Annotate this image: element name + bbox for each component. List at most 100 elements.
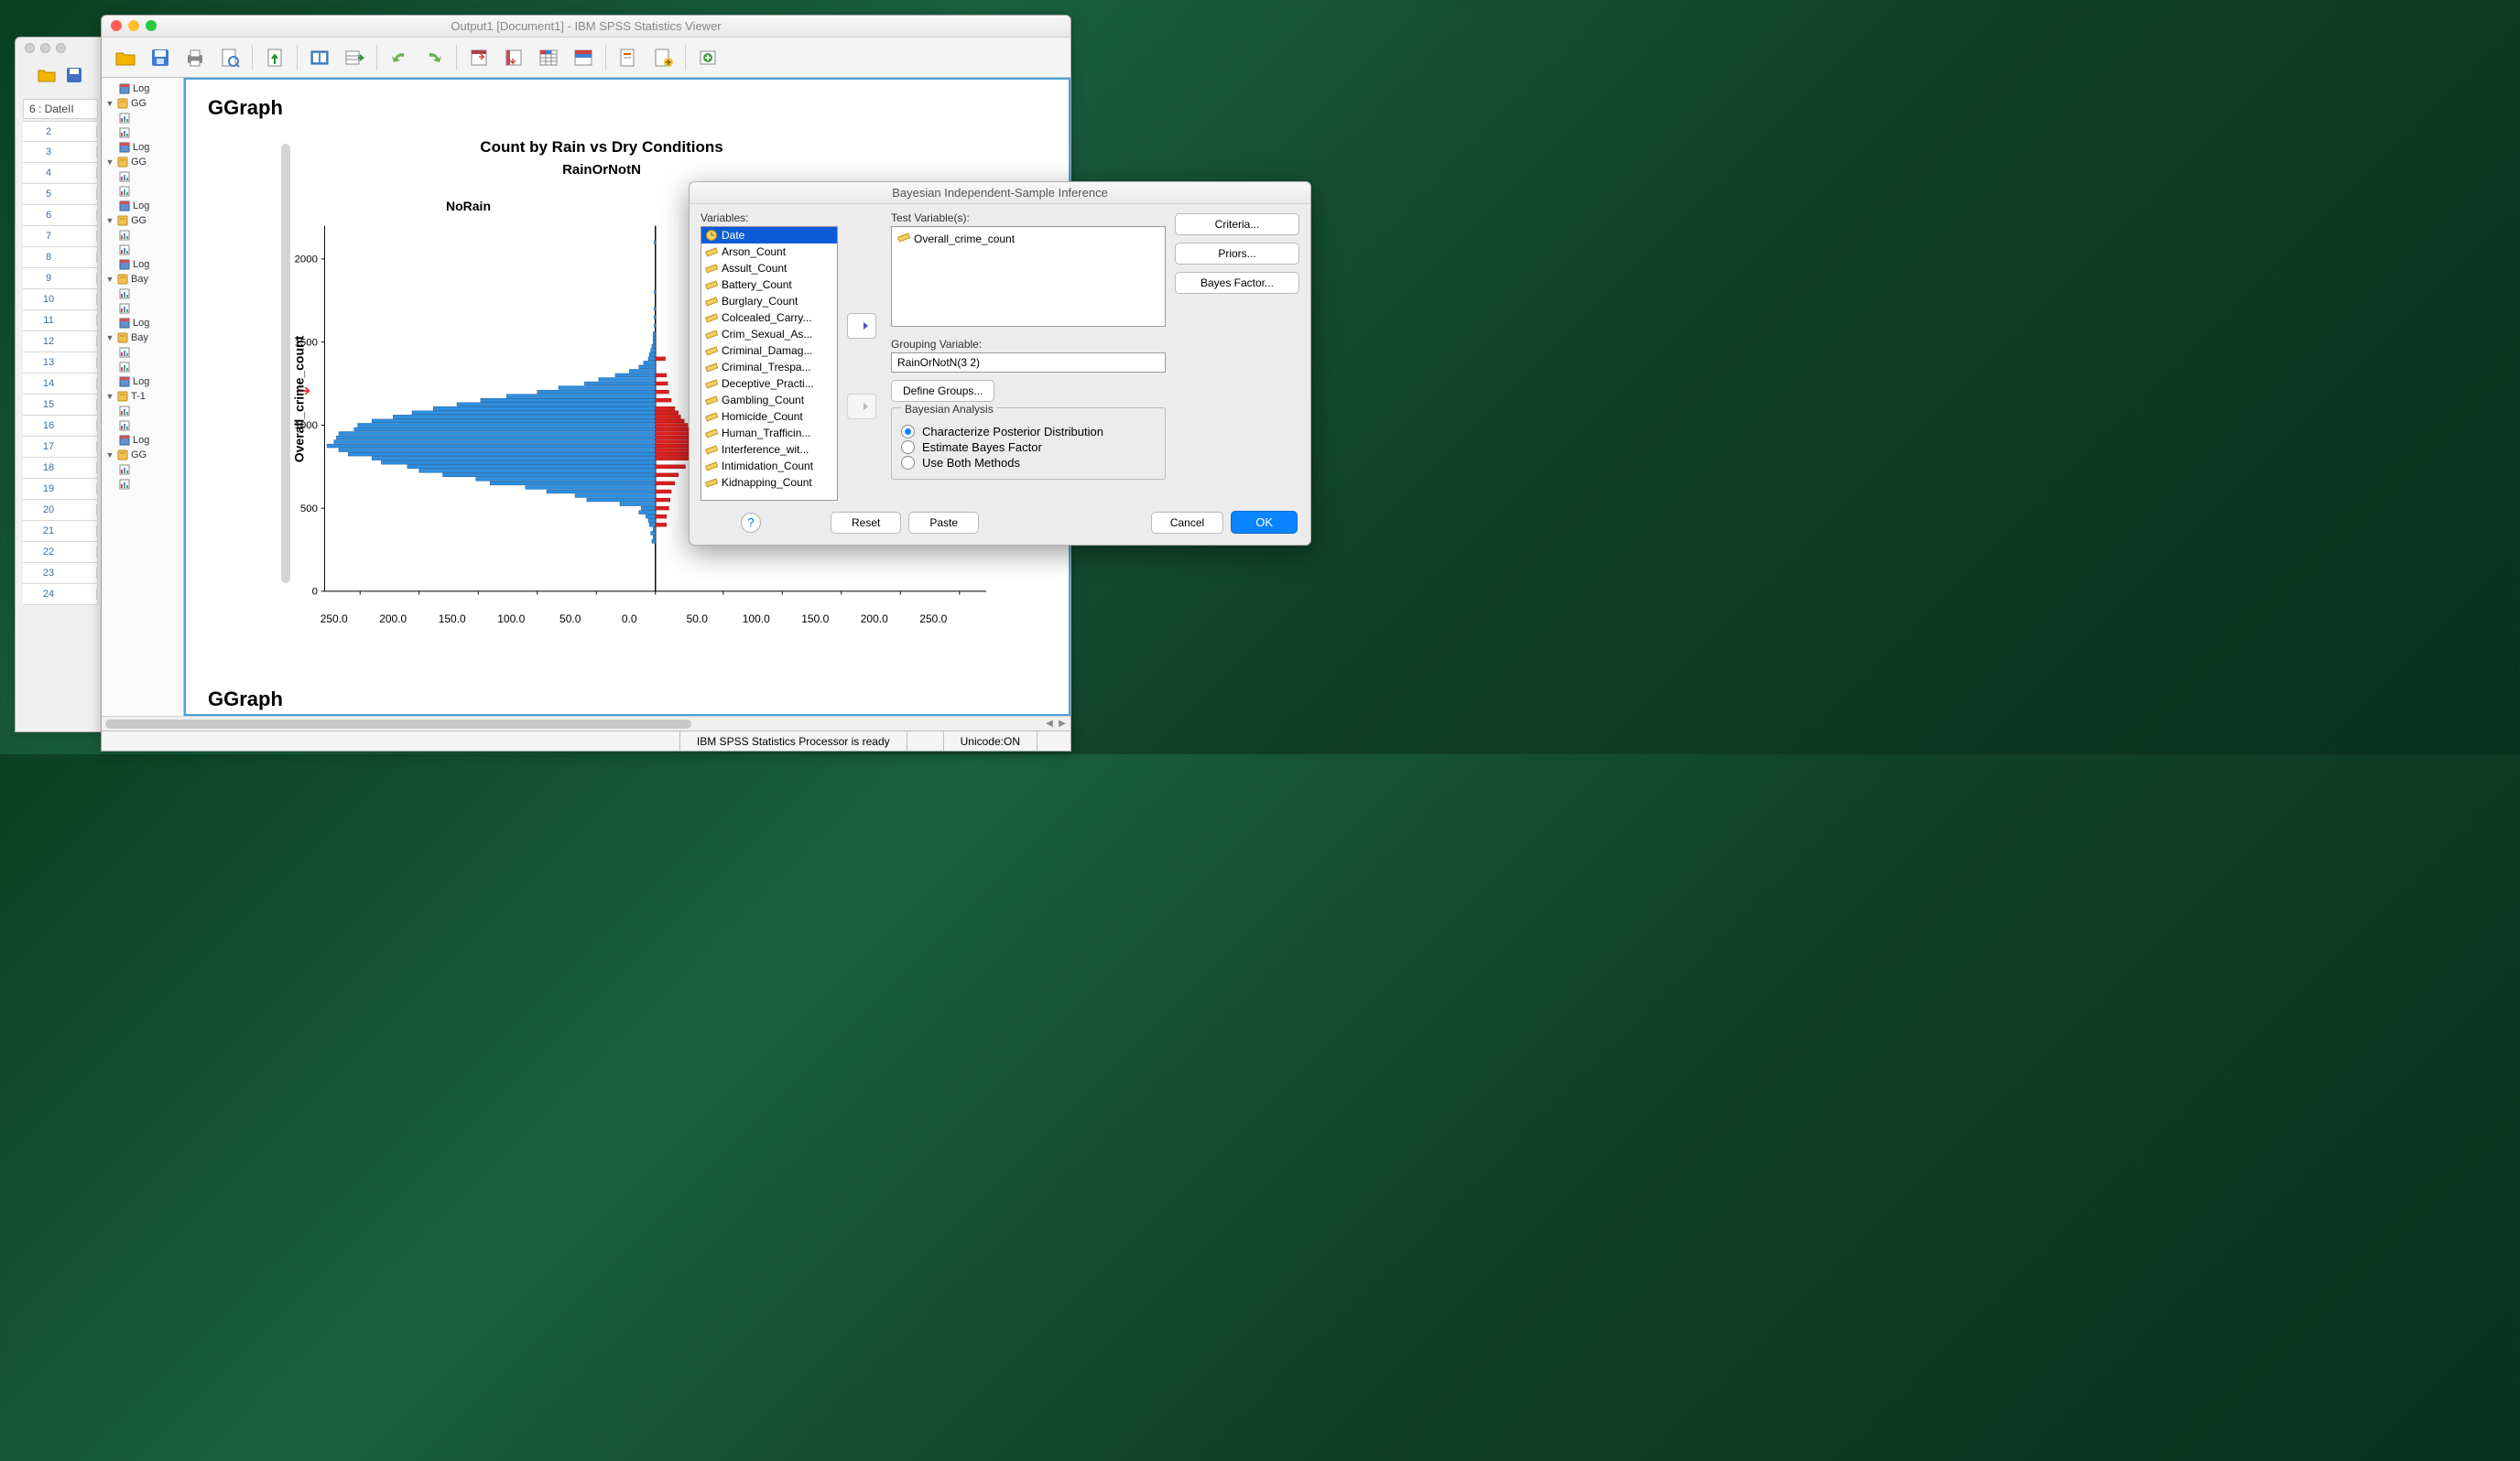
row-header[interactable]: 2 (23, 121, 98, 142)
define-groups-button[interactable]: Define Groups... (891, 380, 994, 402)
row-header[interactable]: 23 (23, 563, 98, 584)
designate-window-button[interactable] (693, 43, 722, 72)
criteria-button[interactable]: Criteria... (1175, 213, 1299, 235)
test-variables-list[interactable]: Overall_crime_count (891, 226, 1166, 327)
outline-item[interactable] (103, 243, 181, 257)
titlebar[interactable]: Output1 [Document1] - IBM SPSS Statistic… (102, 16, 1070, 38)
outline-item[interactable] (103, 125, 181, 140)
close-icon[interactable] (111, 20, 122, 31)
radio-icon[interactable] (901, 440, 915, 454)
row-header[interactable]: 4 (23, 163, 98, 184)
print-button[interactable] (180, 43, 210, 72)
variable-item[interactable]: Burglary_Count (701, 293, 837, 309)
move-to-test-button[interactable] (847, 313, 876, 339)
save-button[interactable] (146, 43, 175, 72)
bayes-factor-button[interactable]: Bayes Factor... (1175, 272, 1299, 294)
scrollbar-thumb[interactable] (105, 720, 691, 729)
dialog-recall-button[interactable] (305, 43, 334, 72)
row-header[interactable]: 9 (23, 268, 98, 289)
print-preview-button[interactable] (215, 43, 244, 72)
priors-button[interactable]: Priors... (1175, 243, 1299, 265)
row-header[interactable]: 21 (23, 521, 98, 542)
row-header[interactable]: 5 (23, 184, 98, 205)
scroll-left-icon[interactable]: ◀ (1043, 719, 1056, 729)
ok-button[interactable]: OK (1231, 511, 1298, 534)
outline-item[interactable]: Log (103, 199, 181, 213)
horizontal-scrollbar[interactable]: ◀ ▶ (102, 716, 1070, 730)
outline-item[interactable] (103, 111, 181, 125)
outline-group[interactable]: ▼GG (103, 448, 181, 462)
radio-posterior[interactable]: Characterize Posterior Distribution (901, 425, 1156, 438)
insert-heading-button[interactable] (614, 43, 643, 72)
traffic-lights[interactable] (111, 20, 157, 31)
outline-item[interactable] (103, 184, 181, 199)
bayesian-dialog[interactable]: Bayesian Independent-Sample Inference Va… (689, 181, 1311, 546)
export-button[interactable] (260, 43, 289, 72)
outline-item[interactable] (103, 228, 181, 243)
row-header[interactable]: 12 (23, 331, 98, 352)
reset-button[interactable]: Reset (831, 512, 901, 534)
outline-group[interactable]: ▼GG (103, 155, 181, 169)
insert-text-button[interactable] (648, 43, 678, 72)
maximize-icon[interactable] (146, 20, 157, 31)
row-header[interactable]: 20 (23, 500, 98, 521)
radio-bayes-factor[interactable]: Estimate Bayes Factor (901, 440, 1156, 454)
paste-button[interactable]: Paste (908, 512, 979, 534)
select-button[interactable] (569, 43, 598, 72)
row-header[interactable]: 24 (23, 584, 98, 605)
outline-group[interactable]: ▼GG (103, 213, 181, 228)
row-header[interactable]: 10 (23, 289, 98, 310)
outline-item[interactable]: Log (103, 374, 181, 389)
variable-item[interactable]: Arson_Count (701, 244, 837, 260)
goto-variable-button[interactable] (499, 43, 528, 72)
outline-item[interactable] (103, 418, 181, 433)
variable-item[interactable]: Homicide_Count (701, 408, 837, 425)
outline-group[interactable]: ▼Bay (103, 272, 181, 287)
outline-group[interactable]: ▼GG (103, 96, 181, 111)
grouping-variable-input[interactable] (891, 352, 1166, 373)
row-header[interactable]: 22 (23, 542, 98, 563)
save-icon[interactable] (61, 62, 87, 88)
row-header[interactable]: 16 (23, 416, 98, 437)
variable-item[interactable]: Colcealed_Carry... (701, 309, 837, 326)
goto-data-button[interactable] (340, 43, 369, 72)
row-header[interactable]: 13 (23, 352, 98, 373)
radio-icon[interactable] (901, 425, 915, 438)
scroll-right-icon[interactable]: ▶ (1056, 719, 1069, 729)
variable-item[interactable]: Interference_wit... (701, 441, 837, 458)
radio-both[interactable]: Use Both Methods (901, 456, 1156, 470)
outline-item[interactable] (103, 169, 181, 184)
variables-button[interactable] (534, 43, 563, 72)
move-to-grouping-button[interactable] (847, 394, 876, 419)
outline-item[interactable] (103, 360, 181, 374)
row-header[interactable]: 3 (23, 142, 98, 163)
dialog-titlebar[interactable]: Bayesian Independent-Sample Inference (690, 182, 1310, 204)
open-icon[interactable] (34, 62, 60, 88)
row-header[interactable]: 8 (23, 247, 98, 268)
outline-item[interactable] (103, 404, 181, 418)
undo-button[interactable] (385, 43, 414, 72)
row-header[interactable]: 19 (23, 479, 98, 500)
outline-item[interactable] (103, 345, 181, 360)
open-button[interactable] (111, 43, 140, 72)
variable-item[interactable]: Intimidation_Count (701, 458, 837, 474)
redo-button[interactable] (419, 43, 449, 72)
row-header[interactable]: 17 (23, 437, 98, 458)
outline-item[interactable]: Log (103, 257, 181, 272)
variable-item[interactable]: Criminal_Trespa... (701, 359, 837, 375)
variable-item[interactable]: Deceptive_Practi... (701, 375, 837, 392)
row-header[interactable]: 18 (23, 458, 98, 479)
variable-item[interactable]: Date (701, 227, 837, 244)
outline-item[interactable] (103, 287, 181, 301)
variable-item[interactable]: Crim_Sexual_As... (701, 326, 837, 342)
minimize-icon[interactable] (128, 20, 139, 31)
goto-case-button[interactable] (464, 43, 494, 72)
outline-item[interactable]: Log (103, 140, 181, 155)
help-button[interactable]: ? (741, 513, 761, 533)
row-header[interactable]: 15 (23, 395, 98, 416)
row-header[interactable]: 14 (23, 373, 98, 395)
variable-item[interactable]: Kidnapping_Count (701, 474, 837, 491)
outline-group[interactable]: ▼Bay (103, 330, 181, 345)
outline-item[interactable] (103, 477, 181, 492)
variable-item[interactable]: Battery_Count (701, 276, 837, 293)
